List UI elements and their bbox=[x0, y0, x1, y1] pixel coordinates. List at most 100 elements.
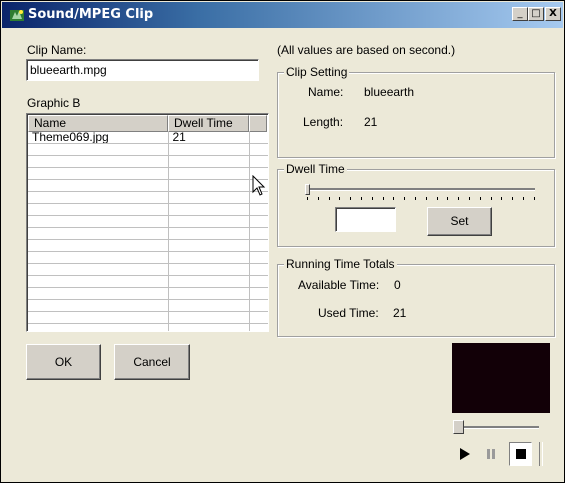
row-blank-cell bbox=[249, 323, 268, 331]
maximize-button[interactable]: □ bbox=[528, 7, 544, 21]
table-row[interactable] bbox=[28, 215, 268, 228]
seek-thumb[interactable] bbox=[453, 420, 464, 434]
available-time-label: Available Time: bbox=[298, 278, 380, 292]
cancel-button[interactable]: Cancel bbox=[114, 344, 190, 380]
row-blank-cell bbox=[249, 203, 268, 216]
row-dwell-time-cell bbox=[168, 323, 250, 331]
table-row[interactable] bbox=[28, 239, 268, 252]
row-blank-cell bbox=[249, 215, 268, 228]
row-dwell-time-cell bbox=[168, 227, 250, 240]
table-row[interactable] bbox=[28, 287, 268, 300]
row-name-cell: Theme069.jpg bbox=[28, 132, 169, 144]
row-name-cell bbox=[28, 227, 169, 240]
row-name-cell bbox=[28, 167, 169, 180]
table-row[interactable] bbox=[28, 263, 268, 276]
row-name-cell bbox=[28, 191, 169, 204]
maximize-icon: □ bbox=[531, 8, 541, 19]
minimize-icon: _ bbox=[517, 8, 523, 19]
slider-tick bbox=[350, 197, 352, 200]
slider-tick bbox=[501, 197, 503, 200]
row-name-cell bbox=[28, 203, 169, 216]
slider-tick bbox=[361, 197, 362, 200]
close-icon: X bbox=[549, 8, 557, 19]
table-row[interactable] bbox=[28, 251, 268, 264]
table-row[interactable] bbox=[28, 227, 268, 240]
table-row[interactable] bbox=[28, 155, 268, 168]
row-name-cell bbox=[28, 239, 169, 252]
available-time-value: 0 bbox=[394, 278, 401, 292]
slider-tick bbox=[393, 197, 395, 200]
minimize-button[interactable]: _ bbox=[512, 7, 528, 21]
row-blank-cell bbox=[249, 132, 268, 144]
pause-icon[interactable] bbox=[486, 448, 496, 460]
slider-tick bbox=[328, 197, 330, 200]
table-row[interactable] bbox=[28, 299, 268, 312]
dwell-time-label: Dwell Time bbox=[284, 162, 347, 176]
table-row[interactable]: Theme069.jpg 21 bbox=[28, 132, 268, 144]
dwell-time-group: Dwell Time Set bbox=[277, 162, 555, 247]
column-header-name[interactable]: Name bbox=[28, 115, 168, 132]
slider-tick bbox=[415, 197, 416, 200]
seek-slider[interactable] bbox=[453, 420, 539, 434]
clip-name-label: Clip Name: bbox=[27, 43, 87, 57]
slider-tick bbox=[382, 197, 384, 200]
slider-tick bbox=[458, 197, 460, 200]
row-name-cell bbox=[28, 287, 169, 300]
clip-setting-name-label: Name: bbox=[308, 85, 344, 99]
close-button[interactable]: X bbox=[545, 7, 561, 21]
slider-tick bbox=[533, 197, 535, 200]
slider-tick bbox=[339, 197, 341, 200]
slider-tick bbox=[447, 197, 449, 200]
table-row[interactable] bbox=[28, 143, 268, 156]
stop-icon bbox=[516, 449, 526, 459]
row-blank-cell bbox=[249, 155, 268, 168]
stop-button[interactable] bbox=[509, 442, 532, 466]
units-note: (All values are based on second.) bbox=[277, 43, 456, 57]
row-dwell-time-cell bbox=[168, 299, 250, 312]
slider-tick bbox=[512, 197, 514, 200]
row-dwell-time-cell bbox=[168, 191, 250, 204]
dwell-time-slider[interactable] bbox=[305, 184, 535, 204]
used-time-label: Used Time: bbox=[318, 306, 379, 320]
table-row[interactable] bbox=[28, 275, 268, 288]
table-row[interactable] bbox=[28, 179, 268, 192]
set-button[interactable]: Set bbox=[427, 207, 492, 236]
slider-tick bbox=[523, 197, 524, 200]
row-dwell-time-cell bbox=[168, 155, 250, 168]
row-dwell-time-cell bbox=[168, 275, 250, 288]
graphic-list[interactable]: Name Dwell Time Theme069.jpg 21 bbox=[26, 113, 269, 332]
graphic-label: Graphic B bbox=[27, 96, 81, 110]
app-icon bbox=[10, 10, 24, 21]
dwell-time-input[interactable] bbox=[335, 207, 396, 232]
mouse-cursor-icon bbox=[252, 175, 266, 196]
table-row[interactable] bbox=[28, 323, 268, 331]
row-name-cell bbox=[28, 323, 169, 331]
row-blank-cell bbox=[249, 239, 268, 252]
slider-ticks bbox=[305, 197, 535, 200]
row-dwell-time-cell bbox=[168, 167, 250, 180]
clip-setting-name-value: blueearth bbox=[364, 85, 415, 99]
slider-tick bbox=[479, 197, 481, 200]
title-bar[interactable]: Sound/MPEG Clip _ □ X bbox=[2, 2, 563, 28]
row-dwell-time-cell bbox=[168, 239, 250, 252]
row-name-cell bbox=[28, 143, 169, 156]
row-name-cell bbox=[28, 275, 169, 288]
slider-tick bbox=[317, 197, 319, 200]
slider-tick bbox=[425, 197, 427, 200]
clip-name-input[interactable]: blueearth.mpg bbox=[26, 59, 259, 81]
dialog-window: Sound/MPEG Clip _ □ X Clip Name: blueear… bbox=[0, 0, 565, 483]
row-dwell-time-cell bbox=[168, 215, 250, 228]
row-name-cell bbox=[28, 311, 169, 324]
slider-tick bbox=[371, 197, 373, 200]
slider-thumb[interactable] bbox=[305, 184, 310, 195]
column-header-dwell-time[interactable]: Dwell Time bbox=[168, 115, 249, 132]
table-row[interactable] bbox=[28, 167, 268, 180]
row-name-cell bbox=[28, 155, 169, 168]
play-icon[interactable] bbox=[459, 448, 471, 460]
table-row[interactable] bbox=[28, 311, 268, 324]
row-blank-cell bbox=[249, 263, 268, 276]
window-title: Sound/MPEG Clip bbox=[28, 7, 154, 22]
ok-button[interactable]: OK bbox=[26, 344, 101, 380]
table-row[interactable] bbox=[28, 191, 268, 204]
table-row[interactable] bbox=[28, 203, 268, 216]
